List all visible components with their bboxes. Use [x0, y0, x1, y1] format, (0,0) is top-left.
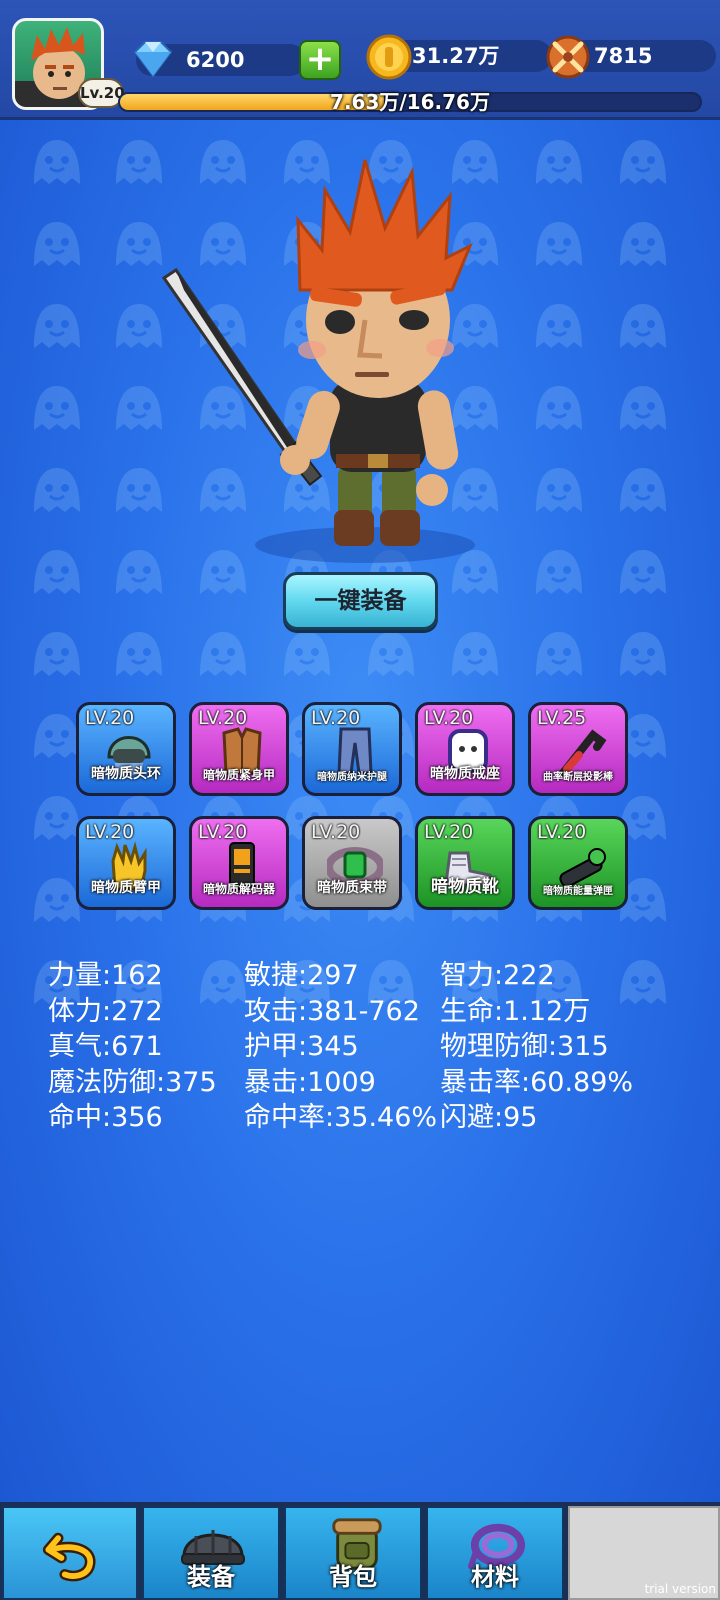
tab-materials[interactable]: 材料 [426, 1506, 564, 1600]
ghost-pattern-icon [620, 222, 666, 266]
equipment-slot[interactable]: LV.20 暗物质解码器 [189, 816, 289, 910]
tab-equipment-label: 装备 [187, 1563, 235, 1591]
back-button[interactable] [2, 1506, 138, 1600]
equipment-level: LV.20 [424, 821, 474, 843]
top-bar: Lv.20 6200 + 31.27万 7815 7.63万/16.76万 [0, 0, 720, 120]
ghost-pattern-icon [34, 304, 80, 348]
equipment-level: LV.20 [198, 707, 248, 729]
equipment-slot[interactable]: LV.25 曲率断层投影棒 [528, 702, 628, 796]
stat-value: 命中率:35.46% [244, 1102, 438, 1133]
equipment-slot[interactable]: LV.20 暗物质戒座 [415, 702, 515, 796]
stat-value: 生命:1.12万 [440, 995, 591, 1027]
ghost-pattern-icon [620, 140, 666, 184]
tab-equipment[interactable]: 装备 [142, 1506, 280, 1600]
ghost-pattern-icon [368, 632, 414, 676]
bottom-navigation: 装备 背包 材料 [0, 1502, 720, 1600]
game-screen: Lv.20 6200 + 31.27万 7815 7.63万/16.76万 一键… [0, 0, 720, 1600]
stat-value: 暴击:1009 [244, 1066, 376, 1098]
stat-value: 物理防御:315 [440, 1031, 609, 1062]
equipment-slot[interactable]: LV.20 暗物质臂甲 [76, 816, 176, 910]
stat-value: 命中:356 [48, 1102, 163, 1133]
diamond-icon [133, 41, 173, 78]
hero-character [161, 159, 475, 563]
ghost-pattern-icon [34, 140, 80, 184]
tab-backpack-label: 背包 [329, 1563, 377, 1591]
combat-power-amount: 7815 [594, 44, 653, 68]
stats-panel: 力量:162 敏捷:297 智力:222 体力:272 攻击:381-762 生命:1.1… [48, 958, 688, 1136]
stat-value: 真气:671 [48, 1031, 163, 1062]
coin-amount: 31.27万 [412, 44, 500, 68]
ghost-pattern-icon [284, 632, 330, 676]
ghost-pattern-icon [620, 632, 666, 676]
stat-value: 智力:222 [440, 960, 555, 991]
equipment-slot[interactable]: LV.20 暗物质纳米护腿 [302, 702, 402, 796]
ghost-pattern-icon [452, 632, 498, 676]
crossed-swords-icon [546, 35, 590, 79]
gem-amount: 6200 [186, 48, 245, 72]
ghost-pattern-icon [116, 632, 162, 676]
add-gems-button[interactable]: + [299, 40, 341, 80]
ghost-pattern-icon [34, 550, 80, 594]
equipment-name: 暗物质臂甲 [91, 880, 161, 896]
equipment-level: LV.20 [85, 821, 135, 843]
tab-backpack[interactable]: 背包 [284, 1506, 422, 1600]
ghost-pattern-icon [620, 386, 666, 430]
watermark-text: trial version [644, 1582, 716, 1596]
equipment-slot[interactable]: LV.20 暗物质束带 [302, 816, 402, 910]
back-arrow-icon [42, 1532, 96, 1582]
tab-materials-label: 材料 [471, 1563, 519, 1591]
equipment-level: LV.20 [85, 707, 135, 729]
stat-value: 护甲:345 [244, 1031, 359, 1062]
equipment-level: LV.20 [424, 707, 474, 729]
stat-value: 体力:272 [48, 995, 163, 1027]
ghost-pattern-icon [536, 632, 582, 676]
ghost-pattern-icon [34, 468, 80, 512]
stat-value: 力量:162 [48, 960, 163, 991]
equipment-level: LV.20 [311, 707, 361, 729]
equipment-name: 暗物质束带 [317, 880, 387, 896]
equipment-name: 暗物质纳米护腿 [317, 772, 387, 783]
ghost-pattern-icon [200, 632, 246, 676]
stat-value: 闪避:95 [440, 1102, 538, 1133]
equipment-name: 暗物质靴 [431, 877, 499, 897]
one-click-equip-button[interactable]: 一键装备 [283, 572, 438, 630]
stat-value: 魔法防御:375 [48, 1066, 217, 1098]
equipment-level: LV.20 [311, 821, 361, 843]
equipment-name: 暗物质紧身甲 [202, 768, 275, 782]
ghost-pattern-icon [34, 386, 80, 430]
gold-coin-icon [366, 34, 412, 80]
ghost-pattern-icon [34, 222, 80, 266]
equipment-name: 暗物质戒座 [430, 766, 500, 782]
equipment-name: 暗物质头环 [91, 766, 161, 782]
stat-value: 敏捷:297 [244, 960, 359, 991]
equipment-name: 曲率断层投影棒 [543, 772, 613, 783]
equipment-slot[interactable]: LV.20 暗物质能量弹匣 [528, 816, 628, 910]
equipment-name: 暗物质解码器 [202, 882, 275, 896]
ghost-pattern-icon [620, 304, 666, 348]
ghost-pattern-icon [34, 632, 80, 676]
equipment-level: LV.25 [537, 707, 587, 729]
equipment-name: 暗物质能量弹匣 [543, 886, 613, 897]
equipment-slot[interactable]: LV.20 暗物质头环 [76, 702, 176, 796]
stat-value: 攻击:381-762 [244, 995, 420, 1027]
experience-text: 7.63万/16.76万 [330, 90, 490, 114]
ghost-pattern-icon [620, 468, 666, 512]
equipment-slot[interactable]: LV.20 暗物质靴 [415, 816, 515, 910]
equipment-slot[interactable]: LV.20 暗物质紧身甲 [189, 702, 289, 796]
equipment-level: LV.20 [198, 821, 248, 843]
ghost-pattern-icon [620, 550, 666, 594]
equipment-level: LV.20 [537, 821, 587, 843]
stat-value: 暴击率:60.89% [440, 1066, 634, 1098]
